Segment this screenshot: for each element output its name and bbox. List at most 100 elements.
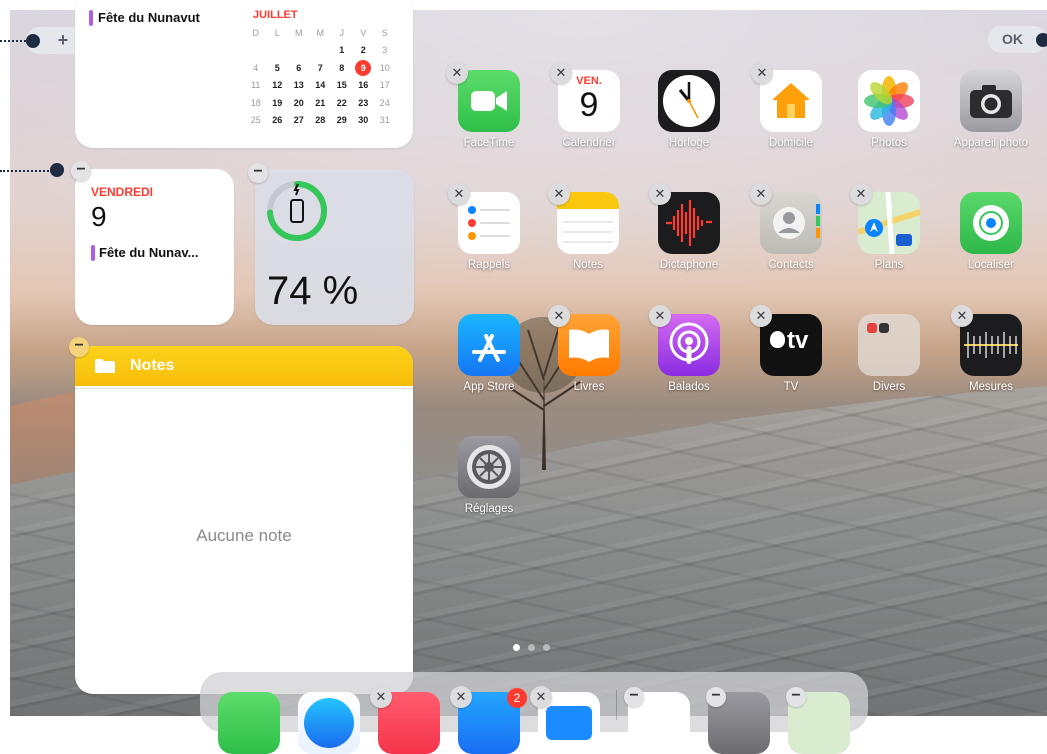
app-photos[interactable]: Photos bbox=[849, 70, 929, 149]
delete-app-icon[interactable]: ✕ bbox=[750, 305, 772, 327]
calendar-day: 29 bbox=[336, 115, 347, 126]
find-my-icon bbox=[960, 192, 1022, 254]
mail-badge: 2 bbox=[507, 688, 527, 708]
day-widget-weekday: VENDREDI bbox=[91, 185, 154, 199]
calendar-day: 15 bbox=[336, 80, 347, 91]
delete-app-icon[interactable]: ✕ bbox=[850, 183, 872, 205]
dock-messages-icon[interactable] bbox=[218, 692, 280, 754]
calendar-day: 4 bbox=[253, 62, 259, 73]
app-label: Livres bbox=[573, 381, 605, 393]
page-dot bbox=[543, 644, 550, 651]
page-dot bbox=[528, 644, 535, 651]
calendar-day: 26 bbox=[272, 115, 283, 126]
day-widget-event: Fête du Nunav... bbox=[99, 245, 199, 260]
page-indicator[interactable] bbox=[513, 644, 550, 651]
weekday: M bbox=[295, 27, 303, 38]
delete-app-icon[interactable]: ✕ bbox=[446, 62, 468, 84]
notes-widget-title: Notes bbox=[130, 357, 175, 374]
app-appareil-photo[interactable]: Appareil photo bbox=[951, 70, 1031, 149]
app-label: Localiser bbox=[967, 259, 1015, 271]
remove-day-widget-button[interactable]: − bbox=[71, 161, 91, 181]
app-label: Calendrier bbox=[562, 137, 616, 149]
calendar-day: 16 bbox=[358, 80, 369, 91]
battery-percent: 74 % bbox=[267, 269, 359, 313]
folder-divers[interactable]: Divers bbox=[849, 314, 929, 393]
app-label: TV bbox=[783, 381, 799, 393]
day-widget[interactable]: VENDREDI 9 Fête du Nunav... bbox=[75, 169, 234, 325]
delete-app-icon[interactable]: ✕ bbox=[649, 183, 671, 205]
delete-app-icon[interactable]: ✕ bbox=[530, 686, 552, 708]
calendar-week: 1 2 3 bbox=[245, 42, 396, 60]
app-label: Contacts bbox=[768, 259, 814, 271]
app-label: FaceTime bbox=[463, 137, 515, 149]
settings-gear-icon bbox=[458, 436, 520, 498]
calendar-day: 27 bbox=[293, 115, 304, 126]
delete-app-icon[interactable]: ✕ bbox=[649, 305, 671, 327]
calendar-day: 23 bbox=[358, 97, 369, 108]
callout-line-remove bbox=[0, 170, 52, 175]
calendar-day: 5 bbox=[274, 62, 280, 73]
app-reglages[interactable]: Réglages bbox=[449, 436, 529, 515]
app-label: Réglages bbox=[464, 503, 514, 515]
calendar-event-bar bbox=[89, 10, 93, 26]
app-label: Divers bbox=[872, 381, 906, 393]
battery-widget[interactable]: 74 % bbox=[255, 169, 414, 325]
app-horloge[interactable]: Horloge bbox=[649, 70, 729, 149]
app-label: Plans bbox=[874, 259, 904, 271]
books-icon bbox=[558, 314, 620, 376]
calendar-day: 10 bbox=[379, 62, 390, 73]
app-label: App Store bbox=[463, 381, 515, 393]
calendar-widget-event: Fête du Nunavut bbox=[98, 10, 200, 25]
app-localiser[interactable]: Localiser bbox=[951, 192, 1031, 271]
calendar-month-grid: D L M M J V S 1 2 3 4 5 6 7 8 9 10 11 12… bbox=[245, 24, 396, 129]
weekday: M bbox=[316, 27, 325, 38]
delete-app-icon[interactable]: ✕ bbox=[550, 62, 572, 84]
callout-knob-done bbox=[1036, 33, 1047, 47]
calendar-weekday-row: D L M M J V S bbox=[245, 24, 396, 42]
tv-icon: tv bbox=[760, 314, 822, 376]
delete-app-icon[interactable]: ✕ bbox=[448, 183, 470, 205]
notes-widget[interactable]: Notes Aucune note bbox=[75, 346, 413, 694]
calendar-day: 12 bbox=[272, 80, 283, 91]
calendar-day: 22 bbox=[336, 97, 347, 108]
photos-icon bbox=[858, 70, 920, 132]
dock-safari-icon[interactable] bbox=[298, 692, 360, 754]
app-label: Rappels bbox=[467, 259, 511, 271]
apple-logo-icon bbox=[770, 331, 785, 348]
calendar-day: 20 bbox=[293, 97, 304, 108]
delete-app-icon[interactable]: ✕ bbox=[370, 686, 392, 708]
app-label: Domicile bbox=[768, 137, 814, 149]
tv-icon-text: tv bbox=[787, 327, 809, 354]
calendar-day: 6 bbox=[296, 62, 302, 73]
delete-app-icon[interactable]: ✕ bbox=[750, 183, 772, 205]
app-label: Mesures bbox=[968, 381, 1014, 393]
page-dot-active bbox=[513, 644, 520, 651]
delete-app-icon[interactable]: ✕ bbox=[548, 305, 570, 327]
camera-icon bbox=[960, 70, 1022, 132]
remove-recent-app-button[interactable]: − bbox=[624, 687, 644, 707]
remove-recent-app-button[interactable]: − bbox=[786, 687, 806, 707]
app-app-store[interactable]: App Store bbox=[449, 314, 529, 393]
app-store-icon bbox=[458, 314, 520, 376]
calendar-day: 3 bbox=[382, 45, 388, 56]
remove-notes-widget-button[interactable]: − bbox=[69, 337, 89, 357]
calendar-widget[interactable]: Fête du Nunavut JUILLET D L M M J V S 1 … bbox=[75, 0, 413, 148]
weekday: J bbox=[339, 27, 345, 38]
delete-app-icon[interactable]: ✕ bbox=[951, 305, 973, 327]
delete-app-icon[interactable]: ✕ bbox=[751, 62, 773, 84]
folder-icon bbox=[95, 359, 115, 373]
clock-icon bbox=[658, 70, 720, 132]
calendar-week: 18 19 20 21 22 23 24 bbox=[245, 94, 396, 112]
calendar-day: 18 bbox=[250, 97, 261, 108]
notes-divider bbox=[75, 388, 413, 389]
delete-app-icon[interactable]: ✕ bbox=[450, 686, 472, 708]
remove-battery-widget-button[interactable]: − bbox=[248, 163, 268, 183]
weekday: D bbox=[252, 27, 260, 38]
remove-recent-app-button[interactable]: − bbox=[706, 687, 726, 707]
delete-app-icon[interactable]: ✕ bbox=[548, 183, 570, 205]
day-event-bar bbox=[91, 245, 95, 261]
facetime-icon bbox=[458, 70, 520, 132]
calendar-icon-day: 9 bbox=[579, 86, 599, 124]
app-label: Appareil photo bbox=[953, 137, 1029, 149]
calendar-today-label: 9 bbox=[355, 59, 372, 76]
